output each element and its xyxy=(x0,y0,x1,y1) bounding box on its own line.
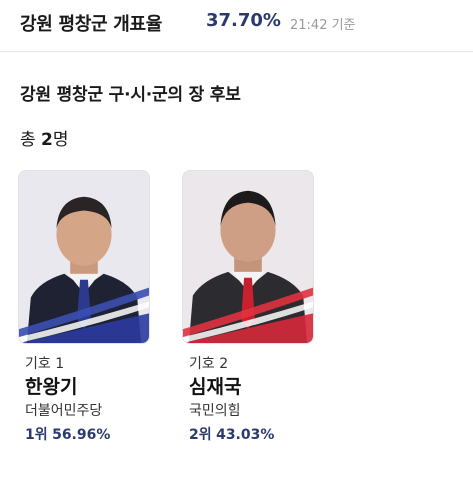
counting-title: 강원 평창군 개표율 xyxy=(20,14,163,35)
candidate-card-1[interactable]: 기호 1 한왕기 더불어민주당 1위 56.96% xyxy=(18,170,150,448)
candidate-rank-1: 1위 xyxy=(25,427,48,443)
section-title: 강원 평창군 구·시·군의 장 후보 xyxy=(20,85,241,105)
candidate-count: 총 2명 xyxy=(20,125,69,150)
candidate-number-1: 기호 1 xyxy=(25,356,65,372)
candidate-info-1: 기호 1 한왕기 더불어민주당 1위 56.96% xyxy=(18,354,150,448)
top-bar: 강원 평창군 개표율 37.70% 21:42 기준 xyxy=(0,0,473,52)
count-prefix: 총 xyxy=(20,130,36,150)
candidate-rank-2: 2위 xyxy=(189,427,212,443)
candidate-info-2: 기호 2 심재국 국민의힘 2위 43.03% xyxy=(182,354,314,448)
counting-rate: 37.70% xyxy=(206,10,281,31)
candidate-percent-1: 56.96% xyxy=(52,427,111,443)
candidate-name-1[interactable]: 한왕기 xyxy=(25,374,150,400)
candidate-name-2[interactable]: 심재국 xyxy=(189,374,314,400)
candidate-portrait-2 xyxy=(183,171,313,343)
candidate-percent-2: 43.03% xyxy=(216,427,275,443)
candidate-result-1: 1위 56.96% xyxy=(25,422,150,448)
candidate-party-1: 더불어민주당 xyxy=(25,403,103,419)
candidate-party-2: 국민의힘 xyxy=(189,403,241,419)
candidate-number-2: 기호 2 xyxy=(189,356,229,372)
count-value: 2 xyxy=(41,130,53,150)
candidate-photo-2[interactable] xyxy=(182,170,314,344)
candidate-card-2[interactable]: 기호 2 심재국 국민의힘 2위 43.03% xyxy=(182,170,314,448)
candidate-result-2: 2위 43.03% xyxy=(189,422,314,448)
count-suffix: 명 xyxy=(52,130,69,150)
candidate-photo-1[interactable] xyxy=(18,170,150,344)
counting-time: 21:42 기준 xyxy=(290,18,356,33)
candidate-portrait-1 xyxy=(19,171,149,343)
